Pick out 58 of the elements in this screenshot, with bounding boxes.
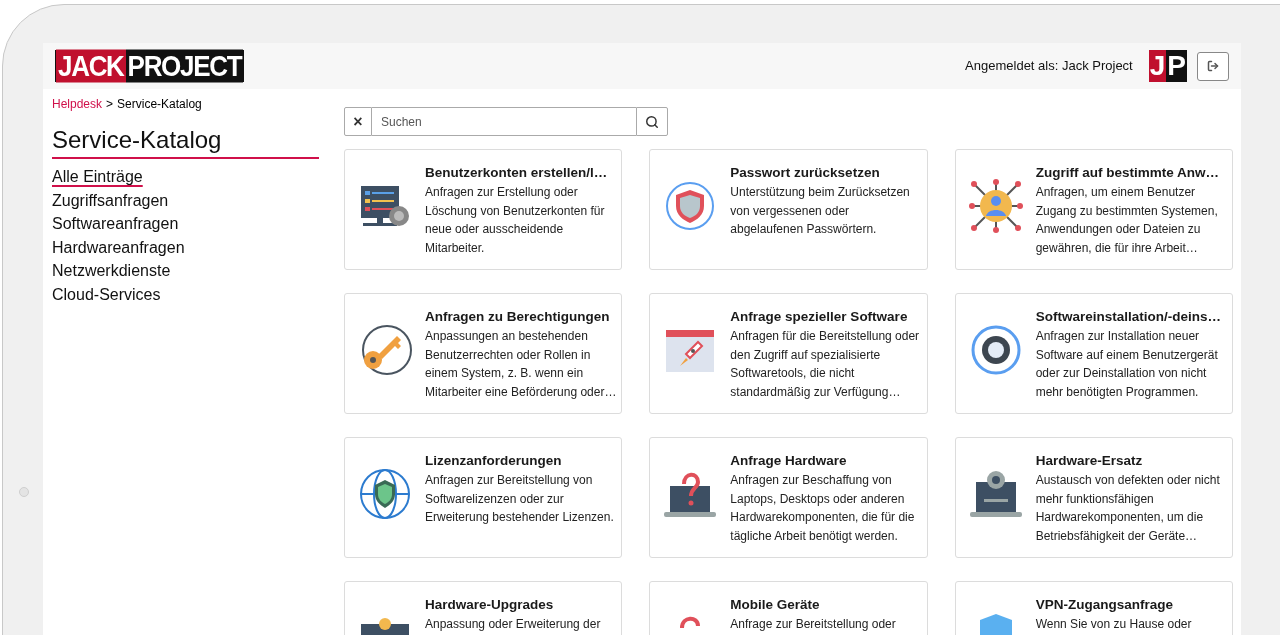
card-title: Benutzerkonten erstellen/l… <box>425 164 608 182</box>
card-title: Mobile Geräte <box>730 596 820 614</box>
service-card[interactable]: Anfragen zu Berechtigungen Anpassungen an bestehenden Benutzerrechten oder Rollen in einem System, z. B. wenn ein Mitarbeiter eine Beförderung oder… <box>344 293 623 414</box>
card-description: Anfrage zur Bereitstellung oder <box>730 616 897 633</box>
breadcrumb-current: Service-Katalog <box>117 96 202 113</box>
category-link[interactable]: Hardwareanfragen <box>52 235 185 260</box>
clear-search-button[interactable]: × <box>344 107 372 136</box>
home-button-icon <box>19 487 29 497</box>
search-icon <box>645 114 659 129</box>
card-title: Hardware-Ersatz <box>1035 452 1143 470</box>
card-description: Unterstützung beim Zurücksetzen von vergessenen oder abgelaufenen Passwörtern. <box>730 184 911 238</box>
service-card[interactable]: Benutzerkonten erstellen/l… Anfragen zur Erstellung oder Löschung von Benutzerkonten für neue oder ausscheidende Mitarbeiter. <box>344 149 623 270</box>
jack-project-logo: JACKPROJECT <box>55 50 245 82</box>
category-link[interactable]: Softwareanfragen <box>52 212 179 236</box>
card-title: Passwort zurücksetzen <box>730 164 880 182</box>
service-card[interactable]: Anfrage spezieller Software Anfragen für die Bereitstellung oder den Zugriff auf spezialisierte Softwaretools, die nicht standardmäßig zur Verfügung… <box>649 293 928 414</box>
search-field[interactable]: Suchen <box>372 107 636 136</box>
service-card[interactable]: Mobile Geräte Anfrage zur Bereitstellung oder <box>649 581 928 635</box>
service-card[interactable]: Hardware-Ersatz Austausch von defekten oder nicht mehr funktionsfähigen Hardwarekomponenten, um die Betriebsfähigkeit der Geräte… <box>954 437 1233 558</box>
user-avatar-logo: JP <box>1148 50 1187 82</box>
service-card[interactable]: Lizenzanforderungen Anfragen zur Bereitstellung von Softwarelizenzen oder zur Erweiterung bestehender Lizenzen. <box>344 437 623 558</box>
card-description: Anfragen zur Erstellung oder Löschung von Benutzerkonten für neue oder ausscheidende Mitarbeiter. <box>425 184 606 257</box>
card-title: Anfragen zu Berechtigungen <box>425 308 610 326</box>
service-card[interactable]: VPN-Zugangsanfrage Wenn Sie von zu Hause oder <box>954 581 1233 635</box>
card-title: Hardware-Upgrades <box>425 596 554 614</box>
card-description: Anfragen für die Bereitstellung oder den Zugriff auf spezialisierte Softwaretools, die nicht standardmäßig zur Verfügung… <box>730 328 921 401</box>
service-card[interactable]: Zugriff auf bestimmte Anw… Anfragen, um einem Benutzer Zugang zu bestimmten Systemen, Anwendungen oder Dateien zu gewähren, die für ihre Arbeit… <box>954 149 1233 270</box>
card-description: Austausch von defekten oder nicht mehr funktionsfähigen Hardwarekomponenten, um die Betriebsfähigkeit der Geräte… <box>1035 472 1221 545</box>
card-description: Anfragen zur Installation neuer Software auf einem Benutzergerät oder zur Deinstallation von nicht mehr benötigten Programmen. <box>1035 328 1219 401</box>
globe-shield-icon <box>357 466 413 522</box>
card-description: Anfragen zur Beschaffung von Laptops, Desktops oder anderen Hardwarekomponenten, die für die tägliche Arbeit benötigt werden. <box>730 472 916 545</box>
card-description: Anfragen zur Bereitstellung von Softwarelizenzen oder zur Erweiterung bestehender Lizenzen. <box>425 472 615 526</box>
category-link[interactable]: Netzwerkdienste <box>52 259 171 283</box>
card-title: Anfrage spezieller Software <box>730 308 908 326</box>
page-title: Service-Katalog <box>52 125 319 159</box>
card-title: Anfrage Hardware <box>730 452 847 470</box>
card-description: Anpassung oder Erweiterung der <box>425 616 602 633</box>
card-description: Anfragen, um einem Benutzer Zugang zu bestimmten Systemen, Anwendungen oder Dateien zu gewähren, die für ihre Arbeit… <box>1035 184 1219 257</box>
service-card[interactable]: Softwareinstallation/-deins… Anfragen zur Installation neuer Software auf einem Benutzergerät oder zur Deinstallation von nicht mehr benötigten Programmen. <box>954 293 1233 414</box>
category-link[interactable]: Zugriffsanfragen <box>52 188 169 213</box>
user-network-icon <box>967 178 1024 234</box>
card-title: Zugriff auf bestimmte Anw… <box>1035 164 1219 182</box>
card-description: Anpassungen an bestehenden Benutzerrechten oder Rollen in einem System, z. B. wenn ein Mitarbeiter eine Beförderung oder… <box>425 328 618 401</box>
service-card[interactable]: Passwort zurücksetzen Unterstützung beim Zurücksetzen von vergessenen oder abgelaufenen Passwörtern. <box>649 149 928 270</box>
card-description: Wenn Sie von zu Hause oder <box>1035 616 1193 633</box>
search-button[interactable] <box>636 107 668 136</box>
card-title: VPN-Zugangsanfrage <box>1035 596 1173 614</box>
breadcrumb-separator: > <box>106 96 114 113</box>
card-title: Lizenzanforderungen <box>425 452 562 470</box>
breadcrumb-link[interactable]: Helpdesk <box>52 95 103 113</box>
service-card[interactable]: Hardware-Upgrades Anpassung oder Erweiterung der <box>344 581 623 635</box>
logout-button[interactable] <box>1197 51 1229 81</box>
card-title: Softwareinstallation/-deins… <box>1035 308 1221 326</box>
logout-icon <box>1207 60 1219 72</box>
category-link[interactable]: Cloud-Services <box>52 282 161 307</box>
logged-in-user: Angemeldet als: Jack Project <box>965 57 1133 76</box>
category-link[interactable]: Alle Einträge <box>52 165 143 189</box>
service-card[interactable]: Anfrage Hardware Anfragen zur Beschaffung von Laptops, Desktops oder anderen Hardwarekomponenten, die für die tägliche Arbeit benötigt werden. <box>649 437 928 558</box>
